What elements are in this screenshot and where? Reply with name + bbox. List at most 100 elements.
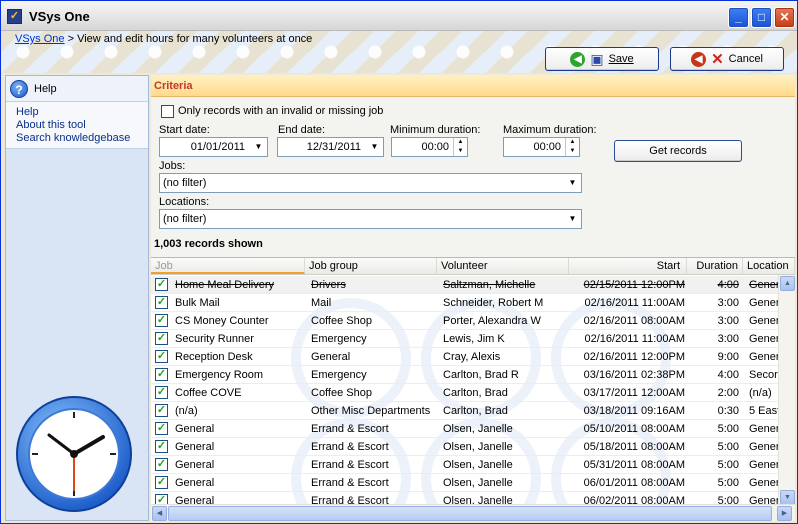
row-checkbox[interactable]: ✓ (155, 440, 168, 453)
scroll-down-icon[interactable]: ▼ (780, 490, 795, 505)
horizontal-scrollbar[interactable]: ◀ ▶ (151, 504, 795, 521)
cell-job-group: Errand & Escort (311, 459, 389, 471)
row-checkbox[interactable]: ✓ (155, 296, 168, 309)
column-header-location[interactable]: Location (743, 258, 795, 274)
cell-volunteer: Carlton, Brad (443, 387, 508, 399)
app-window: ✓ VSys One _ □ ✕ VSys One > View and edi… (0, 0, 798, 524)
column-header-duration[interactable]: Duration (687, 258, 743, 274)
cell-duration: 5:00 (717, 459, 739, 471)
get-records-button[interactable]: Get records (614, 140, 742, 162)
row-checkbox[interactable]: ✓ (155, 368, 168, 381)
cell-duration: 4:00 (717, 279, 739, 291)
row-checkbox[interactable]: ✓ (155, 278, 168, 291)
vertical-scrollbar[interactable]: ▲ ▼ (778, 275, 795, 506)
cell-start: 06/01/2011 08:00AM (583, 477, 685, 489)
sidebar-link-about[interactable]: About this tool (16, 119, 138, 132)
invalid-job-checkbox[interactable] (161, 105, 174, 118)
jobs-value: (no filter) (163, 177, 207, 189)
row-checkbox[interactable]: ✓ (155, 476, 168, 489)
get-records-label: Get records (649, 145, 707, 157)
cancel-button[interactable]: ◀ ✕ Cancel (670, 47, 784, 71)
cell-volunteer: Carlton, Brad R (443, 369, 519, 381)
column-header-job-group[interactable]: Job group (305, 258, 437, 274)
row-checkbox[interactable]: ✓ (155, 422, 168, 435)
row-checkbox[interactable]: ✓ (155, 458, 168, 471)
table-row[interactable]: ✓ Security Runner Emergency Lewis, Jim K 02/… (151, 330, 779, 348)
scroll-left-icon[interactable]: ◀ (152, 506, 167, 521)
start-date-label: Start date: (159, 124, 210, 136)
min-duration-label: Minimum duration: (390, 124, 481, 136)
table-row[interactable]: ✓ Bulk Mail Mail Schneider, Robert M 02/16/2… (151, 294, 779, 312)
cell-location: Gener (749, 423, 779, 435)
cell-volunteer: Cray, Alexis (443, 351, 501, 363)
cell-job: (n/a) (175, 405, 198, 417)
end-date-label: End date: (278, 124, 326, 136)
row-checkbox[interactable]: ✓ (155, 314, 168, 327)
cell-duration: 4:00 (717, 369, 739, 381)
chevron-down-icon[interactable]: ▼ (564, 210, 581, 228)
chevron-down-icon[interactable]: ▼ (250, 138, 267, 156)
chevron-down-icon[interactable]: ▼ (366, 138, 383, 156)
cell-location: Gener (749, 441, 779, 453)
spinner-arrows-icon[interactable]: ▲ ▼ (565, 138, 579, 156)
table-row[interactable]: ✓ CS Money Counter Coffee Shop Porter, Alex… (151, 312, 779, 330)
cell-job-group: Drivers (311, 279, 346, 291)
cell-location: Gener (749, 351, 779, 363)
cell-job-group: Other Misc Departments (311, 405, 431, 417)
column-header-job[interactable]: Job (151, 258, 305, 274)
cell-location: Gener (749, 459, 779, 471)
table-row[interactable]: ✓ General Errand & Escort Olsen, Janelle 06/… (151, 474, 779, 492)
scroll-up-icon[interactable]: ▲ (780, 276, 795, 291)
cell-start: 02/16/2011 11:00AM (584, 333, 685, 345)
cell-duration: 9:00 (717, 351, 739, 363)
table-row[interactable]: ✓ Home Meal Delivery Drivers Saltzman, Mich… (151, 276, 779, 294)
start-date-picker[interactable]: 01/01/2011 ▼ (159, 137, 268, 157)
scroll-right-icon[interactable]: ▶ (777, 506, 792, 521)
save-button[interactable]: ◀ ▣ Save (545, 47, 659, 71)
table-row[interactable]: ✓ Reception Desk General Cray, Alexis 02/16/… (151, 348, 779, 366)
chevron-down-icon[interactable]: ▼ (564, 174, 581, 192)
sidebar-link-help[interactable]: Help (16, 106, 138, 119)
cell-job: Home Meal Delivery (175, 279, 275, 291)
max-duration-spinner[interactable]: 00:00 ▲ ▼ (503, 137, 580, 157)
cell-job: General (175, 423, 215, 435)
cell-location: Gener (749, 279, 779, 291)
row-checkbox[interactable]: ✓ (155, 332, 168, 345)
minimize-button[interactable]: _ (728, 7, 749, 28)
sidebar-link-search-knowledgebase[interactable]: Search knowledgebase (16, 132, 138, 145)
breadcrumb-separator: > (67, 33, 75, 45)
cell-duration: 3:00 (717, 297, 739, 309)
cell-duration: 0:30 (717, 405, 739, 417)
maximize-button[interactable]: □ (751, 7, 772, 28)
cell-job-group: Errand & Escort (311, 423, 389, 435)
cell-duration: 5:00 (717, 423, 739, 435)
horizontal-scroll-thumb[interactable] (168, 506, 772, 521)
cell-location: (n/a) (749, 387, 772, 399)
column-header-volunteer[interactable]: Volunteer (437, 258, 569, 274)
sidebar-links: Help About this tool Search knowledgebas… (6, 102, 148, 149)
column-header-start[interactable]: Start (569, 258, 687, 274)
row-checkbox[interactable]: ✓ (155, 386, 168, 399)
table-row[interactable]: ✓ General Errand & Escort Olsen, Janelle 05/… (151, 456, 779, 474)
jobs-dropdown[interactable]: (no filter) ▼ (159, 173, 582, 193)
cell-start: 02/16/2011 11:00AM (584, 297, 685, 309)
locations-dropdown[interactable]: (no filter) ▼ (159, 209, 582, 229)
row-checkbox[interactable]: ✓ (155, 350, 168, 363)
end-date-picker[interactable]: 12/31/2011 ▼ (277, 137, 384, 157)
table-row[interactable]: ✓ Coffee COVE Coffee Shop Carlton, Brad 03/1… (151, 384, 779, 402)
table-row[interactable]: ✓ General Errand & Escort Olsen, Janelle 05/… (151, 438, 779, 456)
cell-duration: 5:00 (717, 477, 739, 489)
cell-job-group: Coffee Shop (311, 315, 372, 327)
spinner-arrows-icon[interactable]: ▲ ▼ (453, 138, 467, 156)
table-row[interactable]: ✓ General Errand & Escort Olsen, Janelle 05/… (151, 420, 779, 438)
close-button[interactable]: ✕ (774, 7, 795, 28)
table-row[interactable]: ✓ Emergency Room Emergency Carlton, Brad R 0… (151, 366, 779, 384)
vsys-logo-icon: ✓ (7, 9, 22, 24)
cell-duration: 3:00 (717, 333, 739, 345)
row-checkbox[interactable]: ✓ (155, 404, 168, 417)
breadcrumb-home-link[interactable]: VSys One (15, 33, 65, 45)
save-label: Save (608, 53, 634, 65)
min-duration-spinner[interactable]: 00:00 ▲ ▼ (391, 137, 468, 157)
cell-job: General (175, 477, 215, 489)
table-row[interactable]: ✓ (n/a) Other Misc Departments Carlton, Bra… (151, 402, 779, 420)
